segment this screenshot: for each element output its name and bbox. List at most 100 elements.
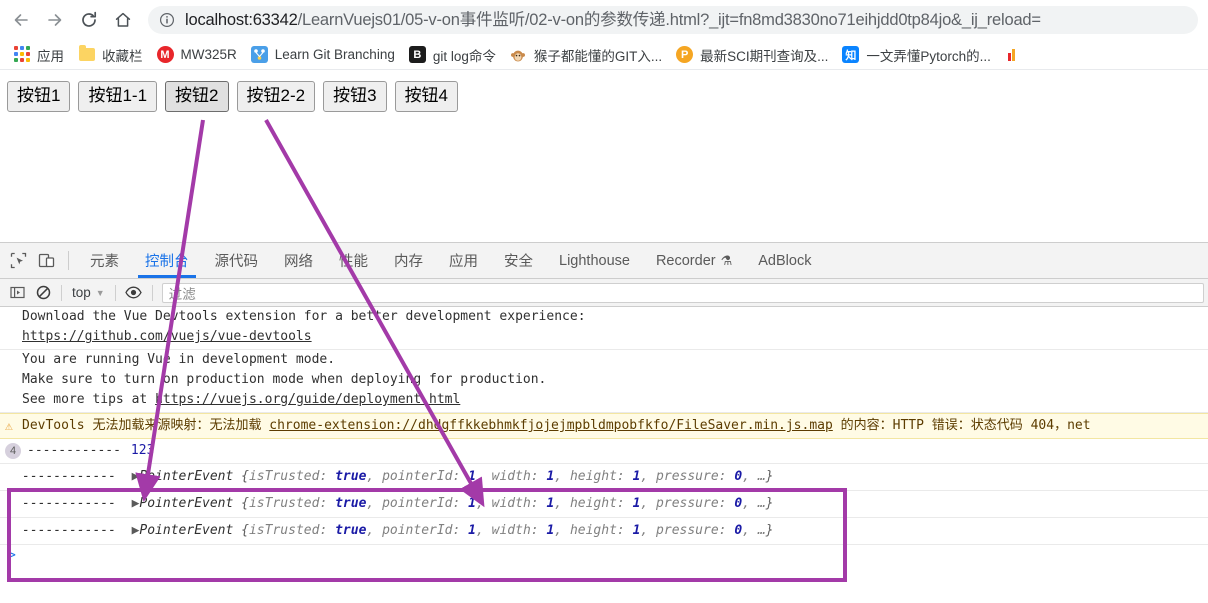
bookmark-favorites-folder[interactable]: 收藏栏 [71,43,150,67]
console-pointerevent-row: ------------ ▶PointerEvent {isTrusted: t… [0,491,1208,518]
bookmark-mw325r[interactable]: M MW325R [150,43,244,67]
zhihu-icon: 知 [842,46,860,63]
url-host: localhost:63342 [185,11,298,29]
brace-open: { [241,469,249,484]
bookmark-overflow-icon[interactable] [998,43,1029,67]
console-line: Download the Vue Devtools extension for … [22,309,586,324]
tab-label: 控制台 [145,254,189,270]
reload-button[interactable] [72,3,106,37]
console-filter-input[interactable]: 过滤 [161,282,1204,303]
bookmark-label: 猴子都能懂的GIT入... [533,48,663,64]
brace-open: { [241,523,249,538]
bookmarks-bar: 应用 收藏栏 M MW325R Learn Git Branching B gi… [0,40,1208,70]
browser-toolbar: localhost:63342/LearnVuejs01/05-v-on事件监听… [0,0,1208,40]
chevron-down-icon: ▼ [95,287,105,298]
monkey-icon [510,46,527,63]
bookmark-sci-journal[interactable]: P 最新SCI期刊查询及... [669,43,835,67]
prop-key: width [491,523,531,538]
console-message-vue-devtools: Download the Vue Devtools extension for … [0,307,1208,350]
bookmark-git-log[interactable]: B git log命令 [402,43,503,67]
bitbucket-b-icon: B [408,46,426,63]
inspect-element-icon[interactable] [4,243,32,278]
site-info-icon[interactable] [158,11,176,29]
console-line: You are running Vue in development mode. [22,352,336,367]
page-content: 按钮1 按钮1-1 按钮2 按钮2-2 按钮3 按钮4 [0,70,1208,242]
tab-memory[interactable]: 内存 [381,243,436,278]
devtools-tabbar: 元素 控制台 源代码 网络 性能 内存 应用 安全 Lighthouse Rec… [0,243,1208,279]
brace-close: } [765,496,774,511]
object-type-name: PointerEvent [139,496,234,511]
ellipsis: … [757,496,766,511]
prop-key: pressure [656,523,719,538]
prop-key: pressure [656,469,719,484]
folder-icon [78,45,95,63]
tab-label: 元素 [90,254,119,270]
page-button-1[interactable]: 按钮1 [7,81,71,112]
prop-key: width [491,496,531,511]
clear-console-icon[interactable] [30,282,56,304]
live-expression-eye-icon[interactable] [121,282,147,304]
prop-value: true [335,469,367,484]
warning-triangle-icon: ⚠ [5,419,13,434]
page-button-1-1[interactable]: 按钮1-1 [78,81,158,112]
console-input-prompt[interactable]: > [0,545,1208,567]
vue-deployment-link[interactable]: https://vuejs.org/guide/deployment.html [155,392,460,407]
prop-value: 1 [468,496,476,511]
console-sidebar-icon[interactable] [4,282,30,304]
log-dashes: ------------ [22,469,116,484]
sourcemap-link[interactable]: chrome-extension://dhdgffkkebhmkfjojejmp… [269,418,833,433]
address-bar[interactable]: localhost:63342/LearnVuejs01/05-v-on事件监听… [148,6,1198,34]
page-button-3[interactable]: 按钮3 [323,81,387,112]
page-button-4[interactable]: 按钮4 [394,81,459,112]
bookmark-label: 收藏栏 [102,48,143,64]
forward-button[interactable] [38,3,72,37]
prop-value: 1 [468,523,476,538]
prop-key: height [569,496,617,511]
tab-adblock[interactable]: AdBlock [745,243,824,278]
bookmark-apps[interactable]: 应用 [6,43,71,67]
home-button[interactable] [106,3,140,37]
bookmark-monkey-git[interactable]: 猴子都能懂的GIT入... [503,43,669,67]
tab-recorder[interactable]: Recorder ⚗ [643,243,745,278]
prop-key: height [569,523,617,538]
back-button[interactable] [4,3,38,37]
bookmark-learn-git-branching[interactable]: Learn Git Branching [244,43,402,67]
tab-label: 应用 [449,254,478,270]
tab-elements[interactable]: 元素 [77,243,132,278]
tab-console[interactable]: 控制台 [132,243,202,278]
tab-label: Lighthouse [559,252,630,269]
console-output: Download the Vue Devtools extension for … [0,307,1208,567]
message-count-badge[interactable]: 4 [5,443,21,459]
brace-close: } [765,523,774,538]
tab-sources[interactable]: 源代码 [202,243,272,278]
page-button-2-2[interactable]: 按钮2-2 [236,81,316,112]
device-toolbar-icon[interactable] [32,243,60,278]
apps-grid-icon [13,46,30,63]
warning-suffix: 的内容：HTTP 错误：状态代码 404，net [832,418,1091,433]
page-button-2[interactable]: 按钮2 [165,81,229,112]
tab-security[interactable]: 安全 [491,243,546,278]
flask-icon: ⚗ [720,252,733,268]
log-dashes: ------------ [22,523,116,538]
more-bookmarks-icon [1005,46,1022,63]
prop-key: pressure [656,496,719,511]
devtools-panel: 元素 控制台 源代码 网络 性能 内存 应用 安全 Lighthouse Rec… [0,242,1208,567]
prop-key: pointerId [382,469,453,484]
tab-lighthouse[interactable]: Lighthouse [546,243,643,278]
bookmark-pytorch-article[interactable]: 知 一文弄懂Pytorch的... [835,43,998,67]
tab-application[interactable]: 应用 [436,243,491,278]
console-toolbar: top ▼ 过滤 [0,279,1208,307]
git-branch-icon [250,46,268,63]
object-type-name: PointerEvent [139,523,234,538]
log-dashes: ------------ [22,496,116,511]
tab-label: 安全 [504,254,533,270]
context-selector[interactable]: top ▼ [67,285,110,300]
log-value: 123 [130,443,155,458]
vue-devtools-link[interactable]: https://github.com/vuejs/vue-devtools [22,329,312,344]
vue-button-row: 按钮1 按钮1-1 按钮2 按钮2-2 按钮3 按钮4 [7,81,1201,112]
tab-performance[interactable]: 性能 [326,243,381,278]
brace-close: } [765,469,774,484]
tab-network[interactable]: 网络 [271,243,326,278]
bookmark-label: 应用 [37,48,64,64]
filter-placeholder: 过滤 [168,286,196,302]
